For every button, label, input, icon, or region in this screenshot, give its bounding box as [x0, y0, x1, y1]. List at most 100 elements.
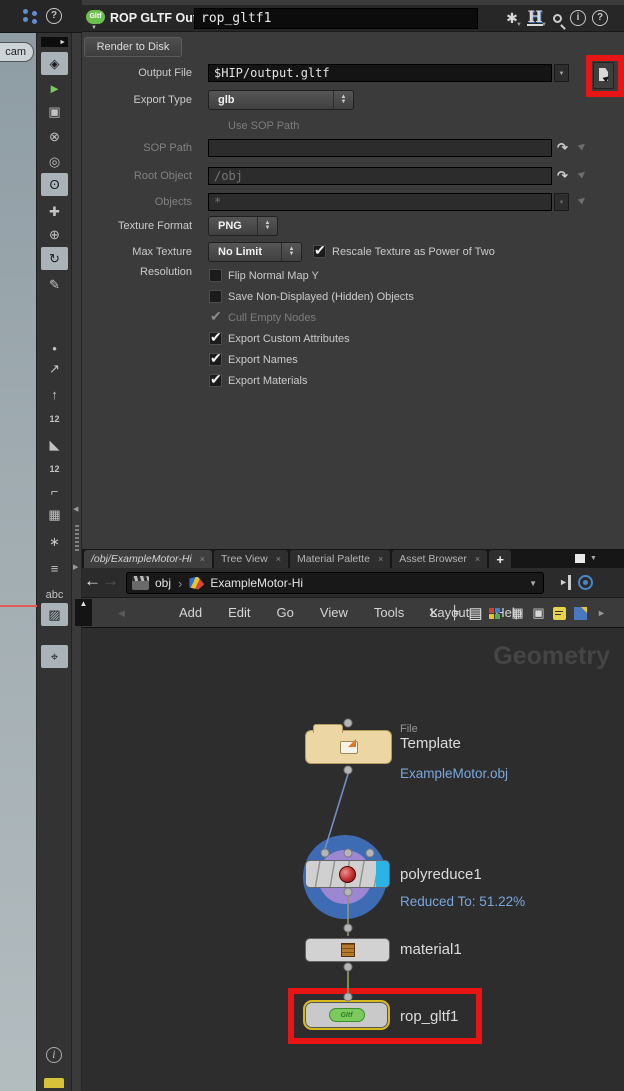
- pin-pane-icon[interactable]: ►: [555, 575, 571, 590]
- visibility-edit-icon[interactable]: ✎: [41, 273, 68, 296]
- tab-close-icon[interactable]: ×: [276, 554, 281, 564]
- spinner-arrows-icon[interactable]: ▲▼: [333, 91, 353, 109]
- sticky-note-icon[interactable]: [549, 603, 570, 623]
- view-layers-icon[interactable]: ◈: [41, 52, 68, 75]
- expand-strip-icon[interactable]: ►: [41, 37, 68, 47]
- pivot-icon[interactable]: ∗: [41, 530, 68, 553]
- texture-format-dropdown[interactable]: PNG▲▼: [208, 216, 278, 236]
- point-marker-icon[interactable]: ↑: [41, 383, 68, 406]
- spinner-arrows-icon[interactable]: ▲▼: [281, 243, 301, 261]
- orbit-view-icon[interactable]: ↻: [41, 247, 68, 270]
- headlight-off-icon[interactable]: ⊗: [41, 125, 68, 148]
- export-type-dropdown[interactable]: glb▲▼: [208, 90, 354, 110]
- pane-divider[interactable]: ◀ ▶: [72, 33, 82, 1091]
- scene-viewport-edge[interactable]: cam▼: [0, 33, 37, 1091]
- output-file-menu-button[interactable]: ▼: [554, 64, 569, 82]
- image-view-icon[interactable]: [570, 603, 591, 623]
- menu-tools[interactable]: Tools: [361, 598, 417, 628]
- node-picker-icon[interactable]: ►: [574, 138, 590, 154]
- file-node-name-label[interactable]: Template: [400, 735, 461, 752]
- background-image-icon[interactable]: ▨: [41, 603, 68, 626]
- polyreduce-node-name-label[interactable]: polyreduce1: [400, 866, 482, 883]
- shelf-icon[interactable]: ≡: [41, 557, 68, 580]
- pane-tab[interactable]: Material Palette×: [290, 550, 390, 568]
- file-chooser-button[interactable]: ►: [593, 62, 614, 89]
- add-spot-light-icon[interactable]: ✚: [41, 200, 68, 223]
- show-handles-icon[interactable]: ▦: [41, 503, 68, 526]
- sop-path-input[interactable]: [208, 139, 552, 157]
- output-file-input[interactable]: $HIP/output.gltf: [208, 64, 552, 82]
- view-camera-icon[interactable]: ◎: [41, 150, 68, 173]
- flip-normal-map-checkbox[interactable]: [209, 269, 222, 282]
- scroll-right-icon[interactable]: ►: [591, 603, 612, 623]
- tab-close-icon[interactable]: ×: [475, 554, 480, 564]
- rescale-texture-checkbox[interactable]: [313, 245, 326, 258]
- partial-tool-icon[interactable]: [44, 1078, 64, 1088]
- collapse-left-icon[interactable]: ◀: [73, 505, 78, 513]
- gltf-node-icon[interactable]: Gltf: [86, 10, 105, 24]
- path-field[interactable]: obj › ExampleMotor-Hi ▼: [126, 572, 544, 594]
- light-bulb-icon[interactable]: ʘ: [41, 173, 68, 196]
- tab-close-icon[interactable]: ×: [200, 554, 205, 564]
- back-arrow-icon[interactable]: ←: [84, 571, 101, 591]
- point-normals-icon[interactable]: ↗: [41, 357, 68, 380]
- objects-menu-button[interactable]: ▼: [554, 193, 569, 211]
- menu-add[interactable]: Add: [166, 598, 215, 628]
- export-materials-checkbox[interactable]: [209, 374, 222, 387]
- prim-numbers-icon[interactable]: 12: [41, 457, 68, 480]
- lock-icon[interactable]: ▣: [41, 100, 68, 123]
- add-point-light-icon[interactable]: ⊕: [41, 223, 68, 246]
- follow-selection-icon[interactable]: [578, 575, 593, 590]
- help-icon[interactable]: ?: [592, 10, 608, 26]
- chevron-down-icon[interactable]: ▼: [590, 555, 597, 562]
- render-to-disk-button[interactable]: Render to Disk: [84, 37, 182, 57]
- menu-edit[interactable]: Edit: [215, 598, 263, 628]
- info-icon[interactable]: i: [570, 10, 586, 26]
- location-pin-icon[interactable]: ⌖: [41, 645, 68, 668]
- help-icon[interactable]: ?: [46, 8, 62, 24]
- node-picker-icon[interactable]: ►: [574, 166, 590, 182]
- secure-selection-icon[interactable]: ►: [41, 77, 68, 100]
- gear-icon[interactable]: ✱▼: [503, 9, 521, 27]
- jump-to-operator-icon[interactable]: ↷: [557, 138, 568, 158]
- export-names-checkbox[interactable]: [209, 353, 222, 366]
- new-tab-button[interactable]: +: [489, 550, 511, 568]
- pane-tab[interactable]: Asset Browser×: [392, 550, 487, 568]
- search-icon[interactable]: [548, 9, 566, 27]
- root-object-input[interactable]: /obj: [208, 167, 552, 185]
- jump-to-operator-icon[interactable]: ↷: [557, 166, 568, 186]
- layout-windows-icon[interactable]: ▣: [528, 603, 549, 623]
- rop-node-name-label[interactable]: rop_gltf1: [400, 1008, 458, 1025]
- path-node-label[interactable]: ExampleMotor-Hi: [210, 576, 303, 590]
- menu-go[interactable]: Go: [264, 598, 307, 628]
- scroll-up-icon[interactable]: ▲: [75, 599, 92, 626]
- network-overview-icon[interactable]: [22, 9, 38, 24]
- export-custom-attrs-checkbox[interactable]: [209, 332, 222, 345]
- max-texture-resolution-dropdown[interactable]: No Limit▲▼: [208, 242, 302, 262]
- point-numbers-icon[interactable]: 12: [41, 407, 68, 430]
- node-name-input[interactable]: rop_gltf1: [194, 8, 478, 29]
- prim-normals-icon[interactable]: ◣: [41, 433, 68, 456]
- path-context-label[interactable]: obj: [155, 576, 171, 590]
- network-tree-icon[interactable]: ╞: [444, 603, 465, 623]
- menu-view[interactable]: View: [307, 598, 361, 628]
- network-editor[interactable]: Geometry File Template ExampleMotor.obj …: [82, 628, 624, 1091]
- houdini-expression-icon[interactable]: H▼: [526, 9, 544, 27]
- node-picker-icon[interactable]: ►: [574, 192, 590, 208]
- camera-selector[interactable]: cam▼: [0, 42, 34, 62]
- pane-tab[interactable]: /obj/ExampleMotor-Hi×: [84, 550, 212, 568]
- save-hidden-checkbox[interactable]: [209, 290, 222, 303]
- pane-maximize-icon[interactable]: [575, 554, 585, 563]
- info-icon[interactable]: i: [46, 1047, 62, 1063]
- pane-tab[interactable]: Tree View×: [214, 550, 288, 568]
- color-palette-icon[interactable]: [486, 603, 507, 623]
- tab-close-icon[interactable]: ×: [378, 554, 383, 564]
- divider-drag-handle[interactable]: [75, 525, 79, 551]
- profile-curves-icon[interactable]: ⌐: [41, 480, 68, 503]
- list-view-icon[interactable]: ▤: [465, 603, 486, 623]
- icon-grid-icon[interactable]: ▦: [507, 603, 528, 623]
- spinner-arrows-icon[interactable]: ▲▼: [257, 217, 277, 235]
- objects-input[interactable]: *: [208, 193, 552, 211]
- crossed-tools-icon[interactable]: ✕: [423, 603, 444, 623]
- forward-arrow-icon[interactable]: →: [102, 571, 119, 591]
